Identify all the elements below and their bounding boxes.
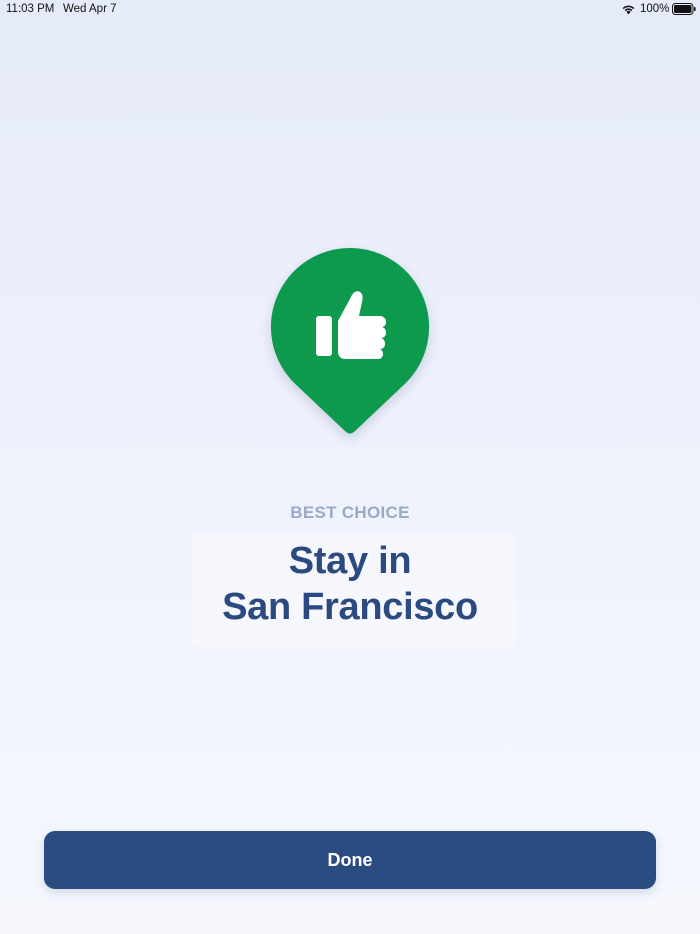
recommendation-headline: Stay in San Francisco bbox=[0, 538, 700, 630]
best-choice-pin bbox=[270, 247, 430, 437]
headline-line-1: Stay in bbox=[288, 540, 412, 582]
status-time: 11:03 PM bbox=[6, 3, 55, 15]
headline-line-2: San Francisco bbox=[222, 586, 478, 628]
best-choice-label: BEST CHOICE bbox=[290, 503, 410, 522]
status-bar: 11:03 PM Wed Apr 7 100% bbox=[0, 0, 700, 20]
battery-percent: 100% bbox=[640, 3, 670, 15]
wifi-icon bbox=[622, 5, 635, 15]
done-button[interactable]: Done bbox=[44, 831, 656, 889]
battery-icon bbox=[672, 3, 696, 15]
status-date: Wed Apr 7 bbox=[63, 3, 117, 15]
pin-marker-icon bbox=[270, 247, 430, 434]
